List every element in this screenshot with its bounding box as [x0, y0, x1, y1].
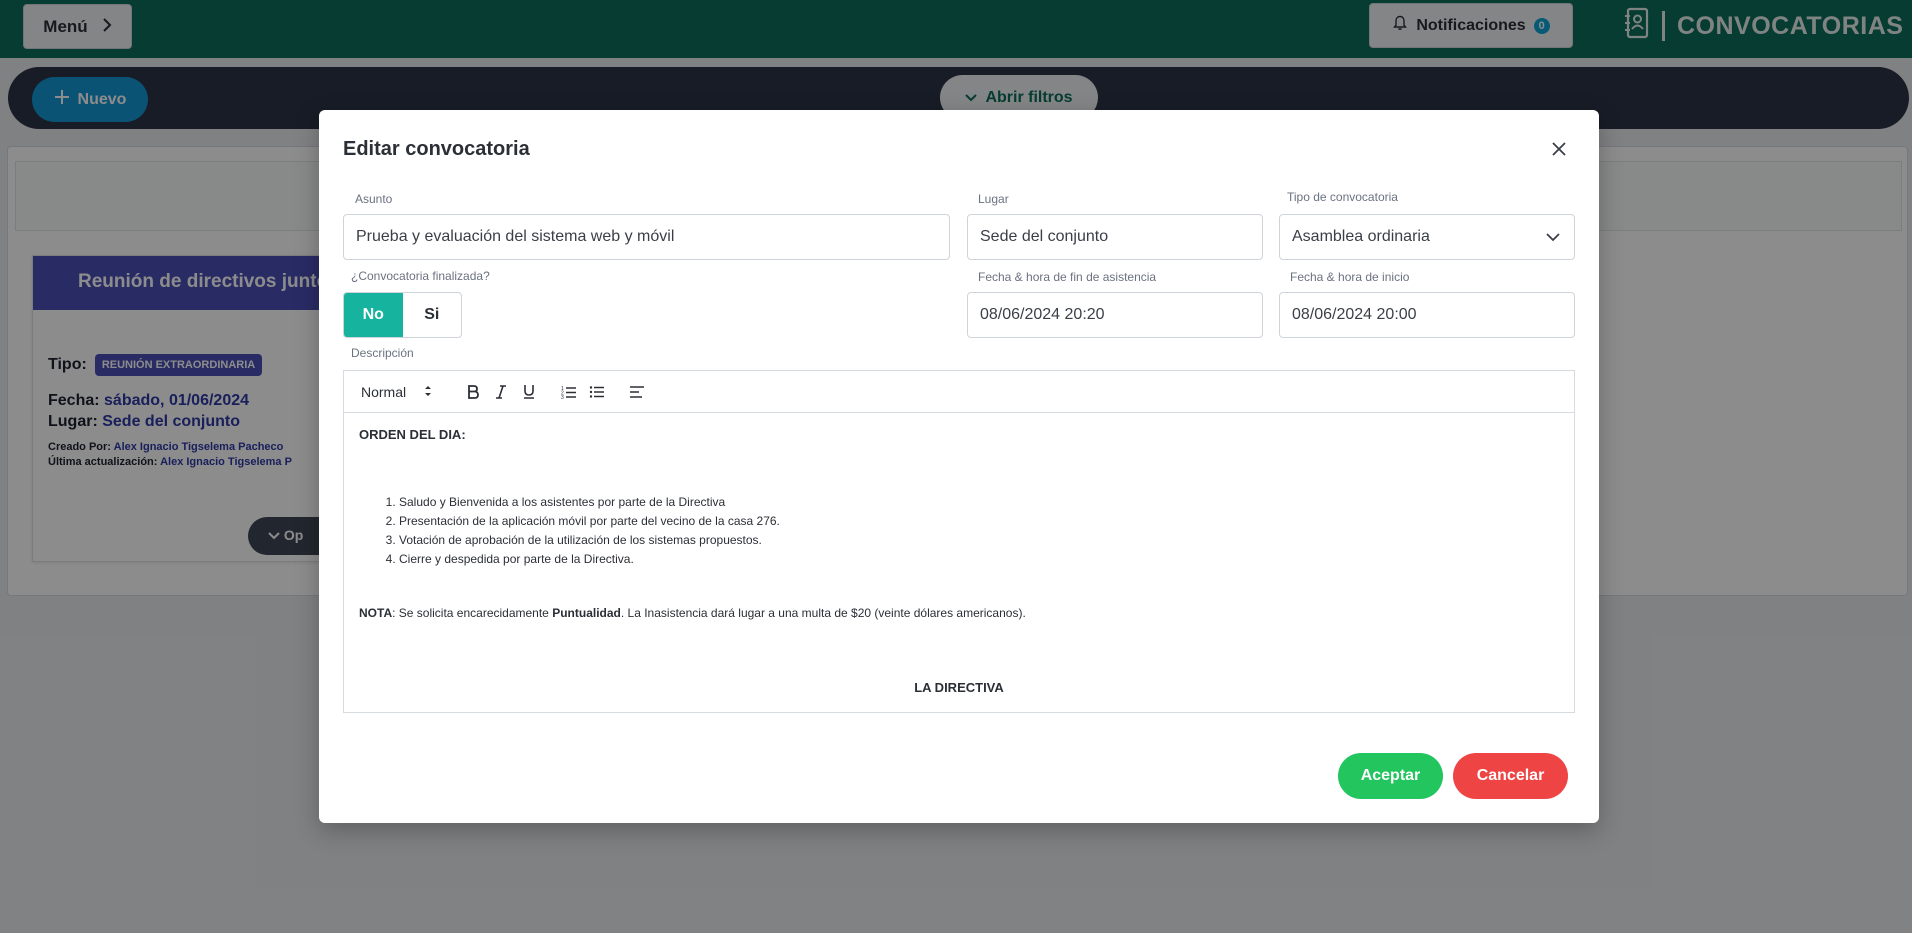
close-icon[interactable] — [1547, 137, 1571, 161]
updown-caret-icon — [424, 384, 432, 400]
agenda-item: Cierre y despedida por parte de la Direc… — [399, 550, 1559, 569]
editor-toolbar: Normal 123 — [344, 371, 1574, 413]
agenda-item: Votación de aprobación de la utilización… — [399, 531, 1559, 550]
asunto-input[interactable]: Prueba y evaluación del sistema web y mó… — [343, 214, 950, 260]
note-text-2: . La Inasistencia dará lugar a una multa… — [620, 606, 1026, 620]
chevron-down-icon — [1546, 229, 1560, 247]
finalizada-label: ¿Convocatoria finalizada? — [351, 269, 490, 283]
format-select-value: Normal — [361, 383, 407, 400]
tipo-convocatoria-value: Asamblea ordinaria — [1292, 228, 1430, 245]
fin-asistencia-label: Fecha & hora de fin de asistencia — [978, 270, 1157, 284]
fecha-inicio-input[interactable]: 08/06/2024 20:00 — [1279, 292, 1575, 338]
accept-button[interactable]: Aceptar — [1338, 753, 1443, 799]
editor-heading: ORDEN DEL DIA: — [359, 427, 466, 442]
fin-asistencia-input[interactable]: 08/06/2024 20:20 — [967, 292, 1263, 338]
edit-convocatoria-dialog: Editar convocatoria Asunto Prueba y eval… — [319, 110, 1599, 823]
underline-icon[interactable] — [515, 381, 543, 403]
tipo-convocatoria-label: Tipo de convocatoria — [1287, 190, 1398, 204]
note-label: NOTA — [359, 606, 393, 620]
bullet-list-icon[interactable] — [583, 381, 611, 403]
agenda-list: Saludo y Bienvenida a los asistentes por… — [399, 493, 1559, 569]
toggle-no-button[interactable]: No — [344, 293, 403, 337]
editor-content[interactable]: ORDEN DEL DIA: Saludo y Bienvenida a los… — [344, 413, 1574, 709]
fecha-inicio-label: Fecha & hora de inicio — [1290, 270, 1410, 284]
note-emphasis: Puntualidad — [552, 606, 621, 620]
rich-text-editor: Normal 123 ORDEN DEL DIA: 1. Saludo y Bi… — [343, 370, 1575, 713]
lugar-input[interactable]: Sede del conjunto — [967, 214, 1263, 260]
format-select[interactable]: Normal — [361, 384, 447, 400]
note-text-1: : Se solicita encarecidamente — [392, 606, 553, 620]
align-left-icon[interactable] — [623, 381, 651, 403]
descripcion-label: Descripción — [351, 346, 414, 360]
editor-note: NOTA: Se solicita encarecidamente Puntua… — [359, 604, 1559, 623]
agenda-item: Saludo y Bienvenida a los asistentes por… — [399, 493, 1559, 512]
lugar-label: Lugar — [978, 192, 1009, 206]
asunto-label: Asunto — [355, 192, 393, 206]
cancel-button[interactable]: Cancelar — [1453, 753, 1568, 799]
italic-icon[interactable] — [487, 381, 515, 403]
toggle-si-button[interactable]: Si — [403, 293, 462, 337]
ordered-list-icon[interactable]: 123 — [555, 381, 583, 403]
bold-icon[interactable] — [459, 381, 487, 403]
editor-signature: LA DIRECTIVA — [914, 680, 1004, 695]
finalizada-toggle: No Si — [343, 292, 462, 338]
agenda-item: Presentación de la aplicación móvil por … — [399, 512, 1559, 531]
svg-text:3: 3 — [561, 395, 564, 399]
dialog-title: Editar convocatoria — [343, 138, 530, 160]
tipo-convocatoria-select[interactable]: Asamblea ordinaria — [1279, 214, 1575, 260]
